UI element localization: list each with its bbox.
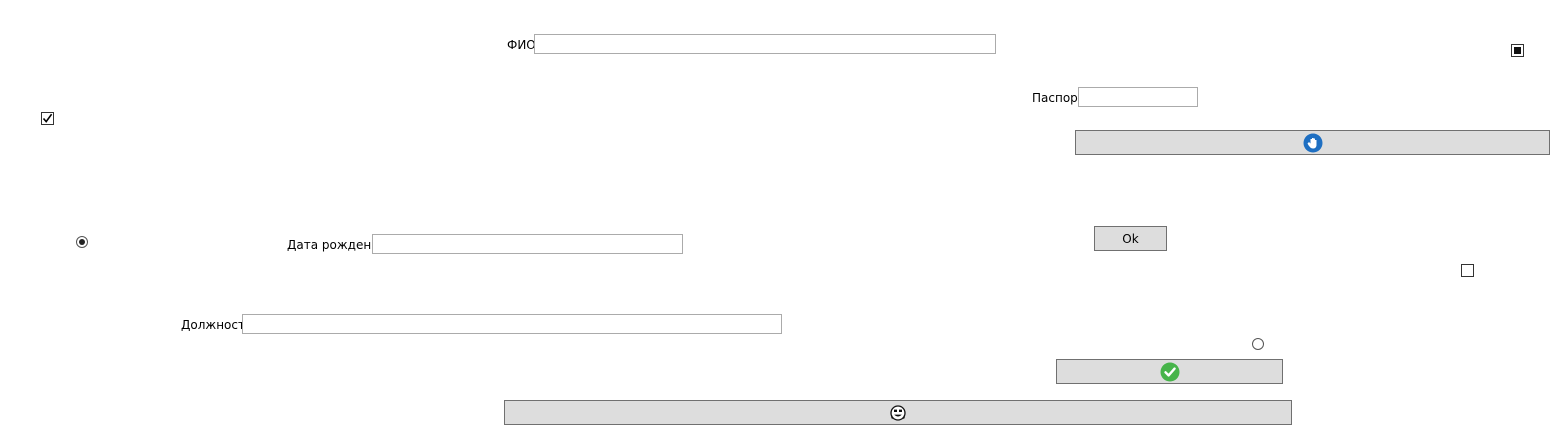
radio-right[interactable] — [1252, 338, 1264, 350]
hand-stop-icon — [1303, 133, 1322, 152]
green-check-icon — [1160, 362, 1179, 381]
passport-label: Паспорт — [1032, 91, 1085, 105]
checkbox-top-right[interactable] — [1511, 44, 1524, 57]
radio-left[interactable] — [76, 236, 88, 248]
checkmark-icon — [42, 113, 53, 123]
indeterminate-mark-icon — [1514, 47, 1521, 54]
checkbox-left[interactable] — [41, 112, 54, 125]
birth-date-input[interactable] — [372, 234, 683, 254]
ok-button-label: Ok — [1122, 231, 1139, 246]
face-icon — [890, 404, 906, 421]
position-input[interactable] — [242, 314, 782, 334]
check-button[interactable] — [1056, 359, 1283, 384]
fio-input[interactable] — [534, 34, 996, 54]
ok-button[interactable]: Ok — [1094, 226, 1167, 251]
passport-input[interactable] — [1078, 87, 1198, 107]
checkbox-right[interactable] — [1461, 264, 1474, 277]
radio-dot-icon — [79, 239, 85, 245]
face-button[interactable] — [504, 400, 1292, 425]
fio-label: ФИО — [507, 38, 536, 52]
hand-button[interactable] — [1075, 130, 1550, 155]
